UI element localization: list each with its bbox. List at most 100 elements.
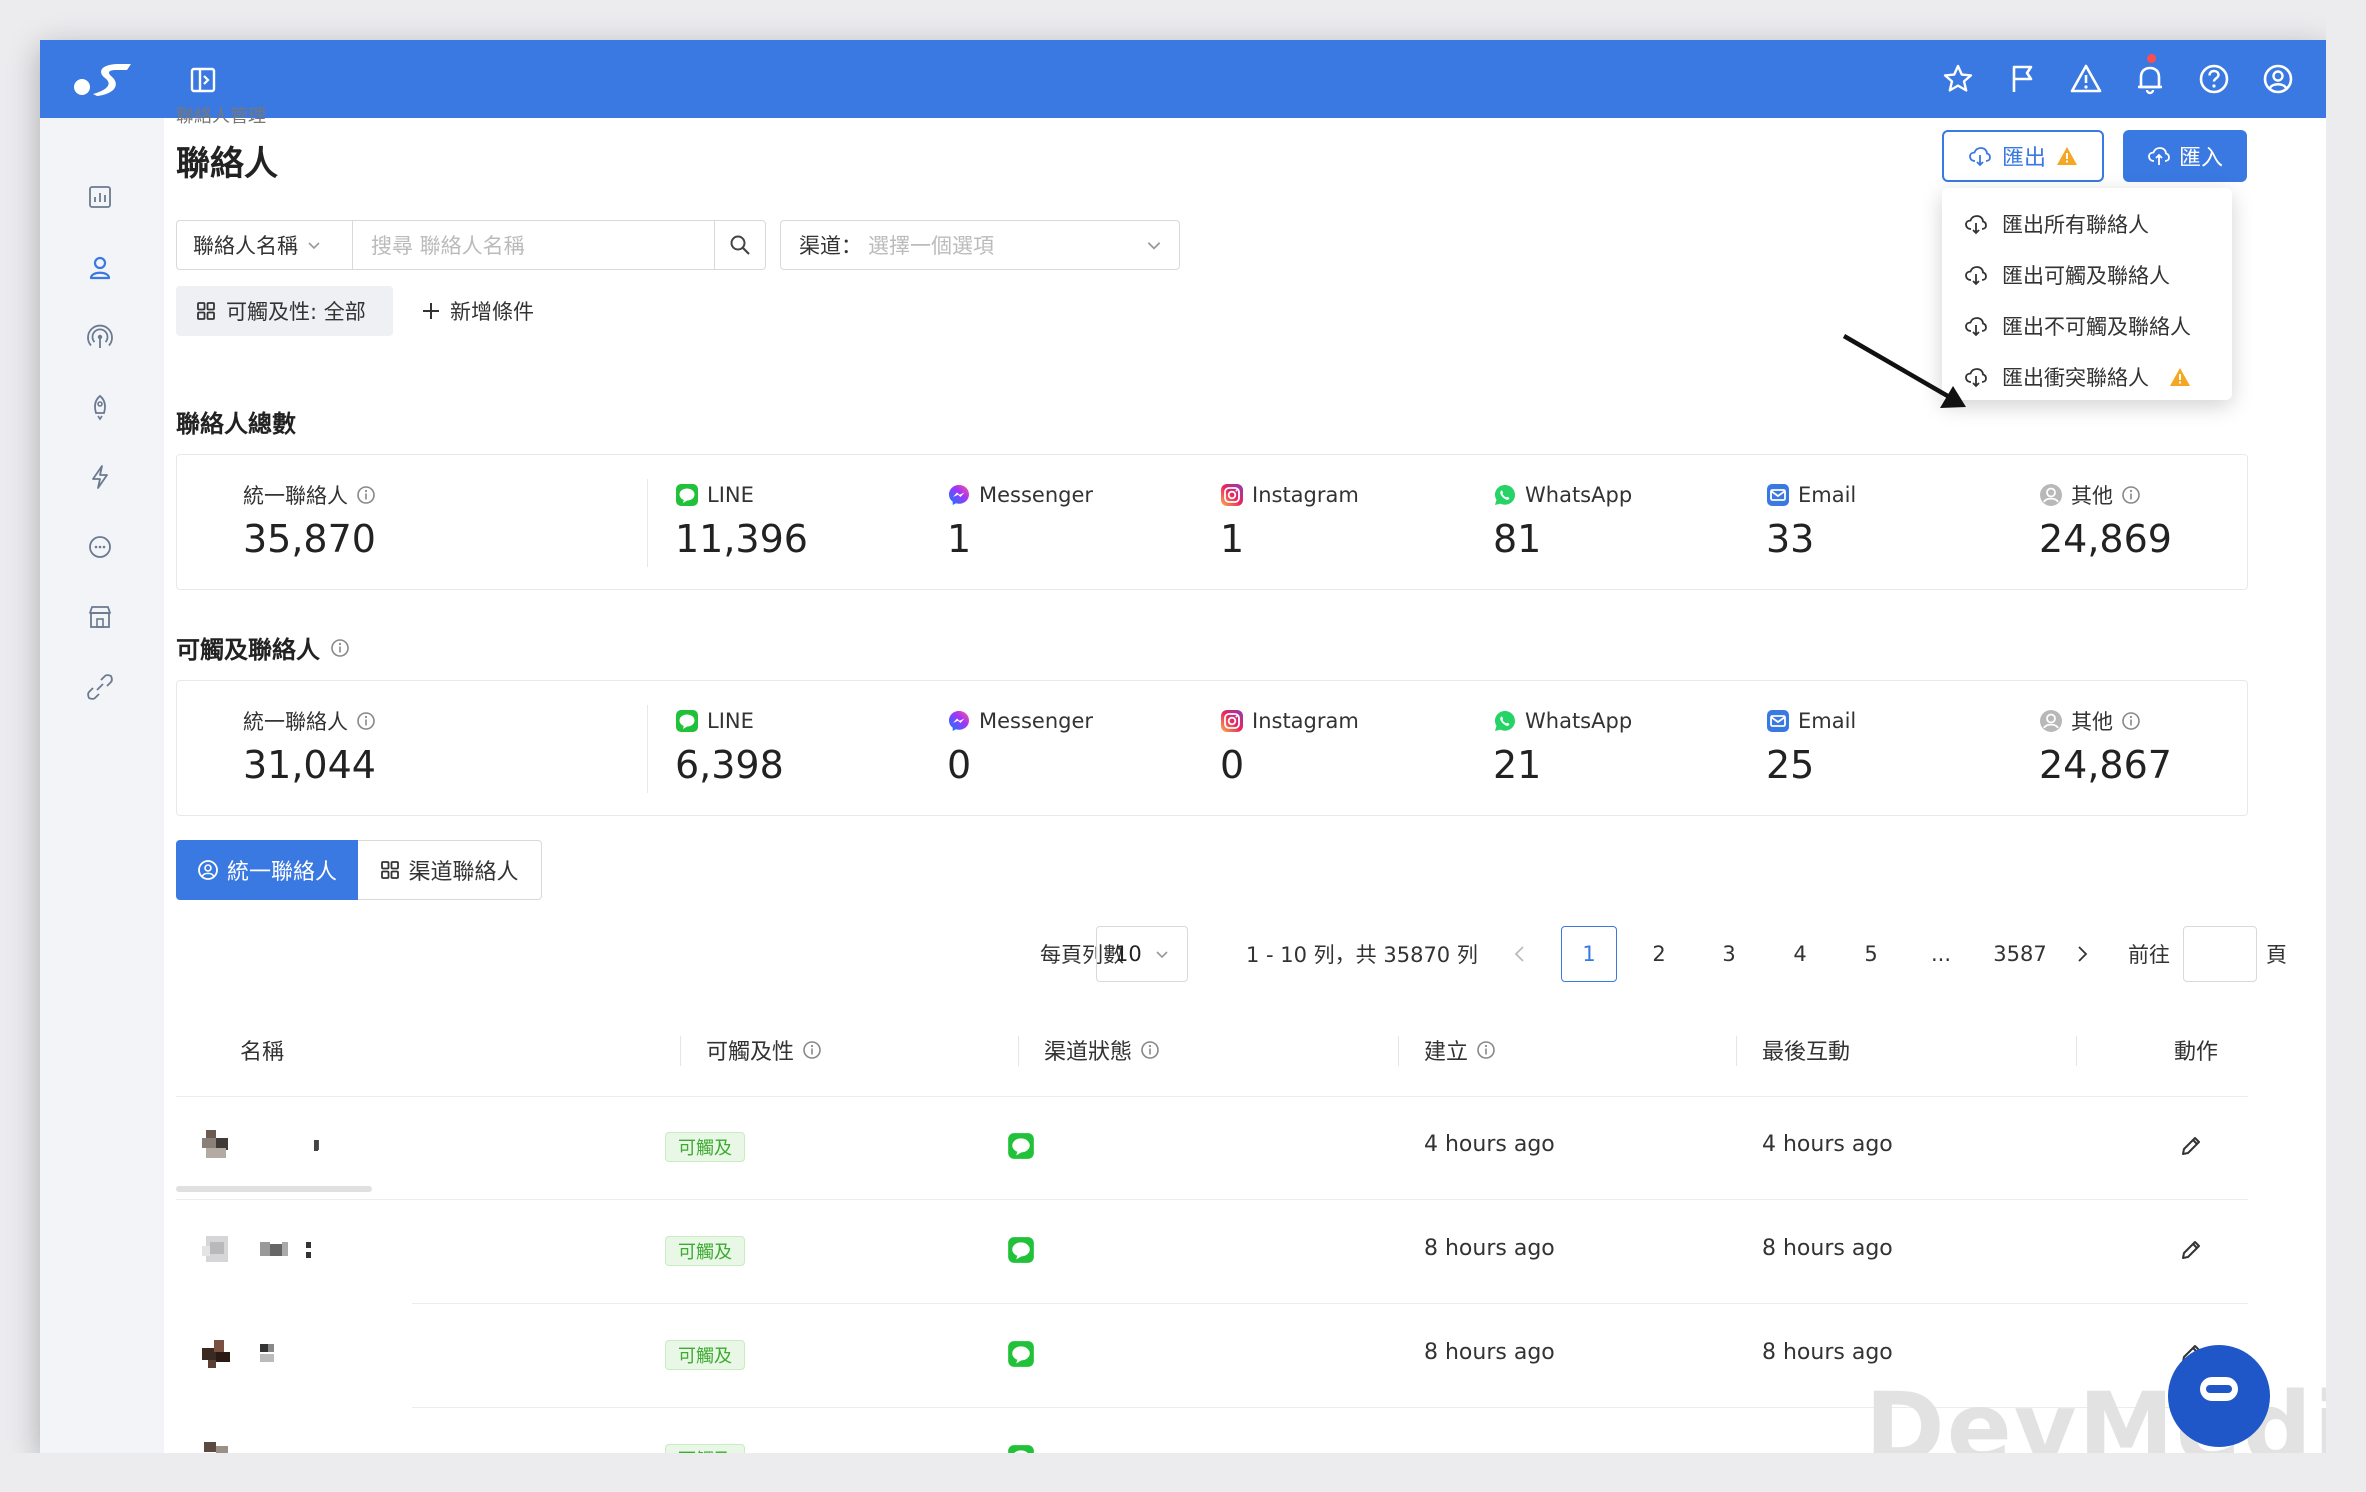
column-header-created[interactable]: 建立: [1424, 1034, 1496, 1066]
page-button[interactable]: 1: [1561, 926, 1617, 982]
sidebar-item-chat[interactable]: [85, 532, 115, 562]
warning-icon[interactable]: [2069, 62, 2103, 96]
line-icon: [1008, 1133, 1034, 1159]
column-header-last-interaction[interactable]: 最後互動: [1762, 1034, 1850, 1066]
chat-fab-button[interactable]: [2168, 1345, 2270, 1447]
help-icon[interactable]: [2197, 62, 2231, 96]
stat-value: 6,398: [675, 743, 784, 787]
table-row[interactable]: 可觸及 4 hours ago 4 hours ago: [0, 1096, 2366, 1200]
edit-icon[interactable]: [2178, 1237, 2204, 1263]
star-icon[interactable]: [1941, 62, 1975, 96]
grid-icon: [197, 302, 215, 320]
horizontal-scrollbar[interactable]: [176, 1186, 372, 1192]
goto-page-input[interactable]: [2183, 926, 2257, 982]
stat-label: Instagram: [1252, 709, 1359, 733]
info-icon[interactable]: [1140, 1040, 1160, 1060]
whatsapp-icon: [1495, 485, 1515, 505]
column-header-actions: 動作: [2174, 1034, 2218, 1066]
breadcrumb[interactable]: 聯絡人管理: [176, 102, 266, 128]
bell-icon[interactable]: [2133, 62, 2167, 96]
sidebar-item-store[interactable]: [85, 602, 115, 632]
page-button[interactable]: 3: [1701, 926, 1757, 982]
reach-filter-label: 可觸及性: 全部: [226, 300, 366, 324]
last-interaction-time: 8 hours ago: [1762, 1340, 1893, 1365]
stat-label: LINE: [707, 709, 754, 733]
column-header-name[interactable]: 名稱: [240, 1034, 284, 1066]
search-icon: [730, 235, 750, 255]
tab-channel-contacts[interactable]: 渠道聯絡人: [358, 840, 542, 900]
column-label: 動作: [2174, 1040, 2219, 1065]
import-button[interactable]: 匯入: [2123, 130, 2247, 182]
page-button[interactable]: 5: [1843, 926, 1899, 982]
sidebar-item-integrations[interactable]: [85, 672, 115, 702]
info-icon[interactable]: [2121, 485, 2141, 505]
menu-item-export-all[interactable]: 匯出所有聯絡人: [1942, 198, 2232, 249]
notification-dot: [2147, 54, 2156, 63]
app-logo[interactable]: [73, 60, 133, 98]
sidebar-item-automation[interactable]: [85, 462, 115, 492]
reachable-section-title: 可觸及聯絡人: [176, 630, 350, 665]
export-label: 匯出: [2001, 146, 2046, 171]
reach-filter-chip[interactable]: 可觸及性: 全部: [176, 286, 393, 336]
page-ellipsis[interactable]: ...: [1913, 926, 1969, 982]
stat-label: 統一聯絡人: [243, 484, 348, 508]
flag-icon[interactable]: [2005, 62, 2039, 96]
column-separator: [1018, 1036, 1019, 1066]
info-icon[interactable]: [802, 1040, 822, 1060]
stat-value: 31,044: [243, 743, 376, 787]
stat-label: Instagram: [1252, 483, 1359, 507]
column-header-reach[interactable]: 可觸及性: [706, 1034, 822, 1066]
sidebar-item-contacts[interactable]: [85, 252, 115, 282]
created-time: 4 hours ago: [1424, 1132, 1555, 1157]
sidebar-toggle-icon[interactable]: [189, 66, 217, 94]
export-button[interactable]: 匯出: [1942, 130, 2104, 182]
tab-label: 統一聯絡人: [226, 860, 337, 885]
stat-label: 統一聯絡人: [243, 710, 348, 734]
line-icon: [1008, 1237, 1034, 1263]
stat-unified: 統一聯絡人 35,870: [243, 481, 376, 561]
edit-icon[interactable]: [2178, 1133, 2204, 1159]
stat-label: Messenger: [979, 709, 1094, 733]
info-icon[interactable]: [2121, 711, 2141, 731]
info-icon[interactable]: [356, 711, 376, 731]
sidebar-item-broadcast[interactable]: [85, 322, 115, 352]
line-icon: [676, 710, 698, 732]
sidebar-item-campaigns[interactable]: [85, 392, 115, 422]
info-icon[interactable]: [330, 638, 350, 658]
search-button[interactable]: [714, 220, 766, 270]
page-button[interactable]: 2: [1631, 926, 1687, 982]
column-header-channel-status[interactable]: 渠道狀態: [1044, 1034, 1160, 1066]
account-icon[interactable]: [2261, 62, 2295, 96]
prev-page-button[interactable]: [1492, 926, 1548, 982]
menu-item-export-reachable[interactable]: 匯出可觸及聯絡人: [1942, 249, 2232, 300]
column-label: 最後互動: [1762, 1040, 1851, 1065]
tab-unified-contacts[interactable]: 統一聯絡人: [176, 840, 358, 900]
table-row[interactable]: 可觸及 8 hours ago 8 hours ago: [0, 1200, 2366, 1304]
next-page-button[interactable]: [2054, 926, 2110, 982]
stat-line: LINE 11,396: [675, 481, 808, 561]
search-input[interactable]: 搜尋 聯絡人名稱: [352, 220, 715, 270]
page-button[interactable]: 3587: [1984, 926, 2056, 982]
line-icon: [1008, 1341, 1034, 1367]
add-condition-button[interactable]: 新增條件: [420, 286, 534, 336]
cloud-download-icon: [1965, 265, 1987, 285]
total-stats-card: 統一聯絡人 35,870 LINE 11,396 Messenger 1 Ins…: [176, 454, 2248, 590]
channel-select[interactable]: 渠道： 選擇一個選項: [780, 220, 1180, 270]
window-shadow-area: [2326, 0, 2366, 1492]
column-label: 名稱: [240, 1040, 285, 1065]
import-label: 匯入: [2178, 146, 2223, 171]
channel-placeholder: 選擇一個選項: [868, 234, 994, 258]
filter-field-select[interactable]: 聯絡人名稱: [176, 220, 353, 270]
info-icon[interactable]: [356, 485, 376, 505]
reach-badge: 可觸及: [665, 1132, 745, 1162]
per-page-select[interactable]: 10: [1096, 926, 1188, 982]
stat-messenger: Messenger 1: [947, 481, 1093, 561]
search-placeholder: 搜尋 聯絡人名稱: [371, 234, 525, 258]
info-icon[interactable]: [1476, 1040, 1496, 1060]
stat-whatsapp: WhatsApp 81: [1493, 481, 1632, 561]
sidebar-item-analytics[interactable]: [85, 182, 115, 212]
stat-value: 35,870: [243, 517, 376, 561]
page-button[interactable]: 4: [1772, 926, 1828, 982]
annotation-arrow: [1842, 334, 1966, 408]
cloud-upload-icon: [2148, 147, 2170, 165]
